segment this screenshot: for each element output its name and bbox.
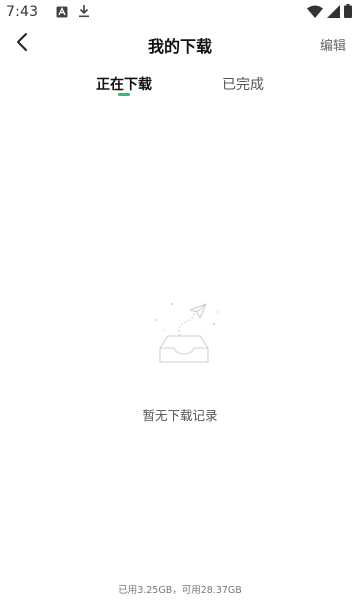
signal-icon <box>327 3 340 22</box>
empty-inbox-illustration <box>150 300 222 366</box>
page-title: 我的下载 <box>147 37 212 56</box>
status-system-icons <box>307 3 352 22</box>
edit-button[interactable]: 编辑 <box>320 35 346 54</box>
empty-state-message: 暂无下载记录 <box>142 408 218 423</box>
download-tabs: 正在下载 已完成 <box>0 66 360 102</box>
download-icon <box>78 3 90 22</box>
tab-completed[interactable]: 已完成 <box>222 74 264 94</box>
storage-usage-text: 已用3.25GB，可用28.37GB <box>118 585 242 596</box>
status-bar: 7:43 <box>0 0 360 24</box>
tab-downloading[interactable]: 正在下载 <box>96 74 152 94</box>
a-box-icon <box>56 3 68 22</box>
wifi-icon <box>307 3 323 22</box>
status-time: 7:43 <box>6 4 39 20</box>
status-notification-icons <box>56 3 90 22</box>
app-bar: 我的下载 编辑 <box>0 24 360 64</box>
battery-icon <box>344 3 352 22</box>
tab-active-indicator <box>118 93 130 96</box>
